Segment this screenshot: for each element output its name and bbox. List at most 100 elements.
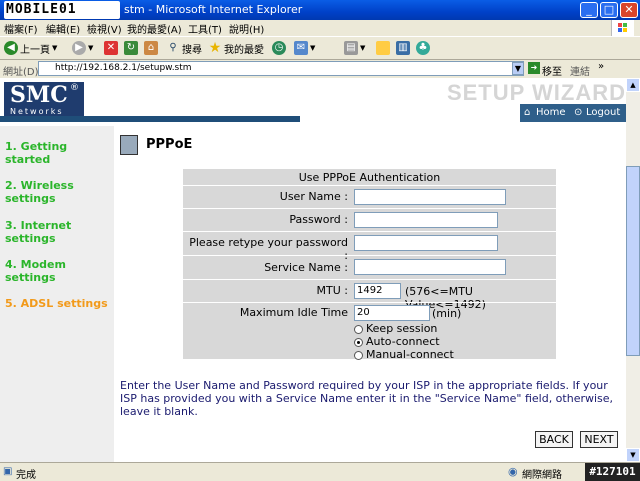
home-link[interactable]: Home xyxy=(536,104,566,122)
minimize-button[interactable]: _ xyxy=(580,2,598,18)
radio-keep-session[interactable]: Keep session xyxy=(354,322,437,335)
research-button[interactable]: ▥ xyxy=(396,39,410,57)
page-done-icon: ▣ xyxy=(3,466,13,477)
go-button[interactable]: 移至 xyxy=(542,63,562,78)
scroll-down-icon[interactable]: ▼ xyxy=(626,448,640,462)
radio-label: Auto-connect xyxy=(366,335,440,348)
form-heading: Use PPPoE Authentication xyxy=(298,171,441,184)
sidebar-item-label: 3. Internet xyxy=(5,219,72,232)
radio-icon xyxy=(354,324,363,334)
home-icon: ⌂ xyxy=(144,41,158,55)
history-button[interactable]: ◷ xyxy=(272,39,286,57)
chevron-down-icon: ▼ xyxy=(52,44,58,52)
chevron-down-icon: ▼ xyxy=(310,44,316,52)
watermark: #127101 xyxy=(585,463,640,481)
mobile01-logo: MOBILE01 xyxy=(4,1,120,19)
stop-button[interactable]: ✕ xyxy=(104,39,118,57)
main-content: PPPoE Use PPPoE Authentication User Name… xyxy=(114,126,626,462)
row-divider xyxy=(183,231,556,232)
scroll-up-icon[interactable]: ▲ xyxy=(626,78,640,92)
computer-icon xyxy=(120,135,138,155)
logout-link[interactable]: Logout xyxy=(586,104,620,122)
sidebar-item-label: started xyxy=(5,153,51,166)
mtu-input[interactable]: 1492 xyxy=(354,283,401,299)
sidebar-item-wireless[interactable]: 2. Wireless settings xyxy=(5,179,74,205)
address-input[interactable]: http://192.168.2.1/setupw.stm xyxy=(38,61,524,76)
search-button[interactable]: ⚲ 搜尋 xyxy=(166,39,202,57)
max-idle-time-label: Maximum Idle Time xyxy=(239,306,348,319)
sidebar-item-label: 5. ADSL settings xyxy=(5,297,108,310)
password-input[interactable] xyxy=(354,212,498,228)
sidebar-item-label: 1. Getting xyxy=(5,140,68,153)
mail-button[interactable]: ✉ ▼ xyxy=(294,39,315,57)
sidebar-item-label: 2. Wireless xyxy=(5,179,74,192)
scrollbar-thumb[interactable] xyxy=(626,166,640,356)
maximize-button[interactable]: □ xyxy=(600,2,618,18)
service-name-input[interactable] xyxy=(354,259,506,275)
retype-password-input[interactable] xyxy=(354,235,498,251)
favorites-label: 我的最愛 xyxy=(224,44,264,56)
service-name-label: Service Name : xyxy=(264,261,348,274)
back-button[interactable]: ◀ 上一頁 ▼ xyxy=(4,39,57,57)
chevron-right-icon[interactable]: » xyxy=(598,61,604,72)
retype-password-label: Please retype your password : xyxy=(189,236,348,262)
star-icon: ★ xyxy=(208,40,222,56)
menu-favorites[interactable]: 我的最愛(A) xyxy=(127,21,182,36)
menu-tools[interactable]: 工具(T) xyxy=(188,21,222,36)
chevron-down-icon: ▼ xyxy=(88,44,94,52)
radio-label: Manual-connect xyxy=(366,348,454,361)
radio-label: Keep session xyxy=(366,322,438,335)
edit-button[interactable] xyxy=(376,39,390,57)
instructions-text: Enter the User Name and Password require… xyxy=(120,379,614,418)
wizard-sidebar: 1. Getting started 2. Wireless settings … xyxy=(0,126,114,462)
router-header: SMC ® Networks SETUP WIZARD ⌂ Home ⊙ Log… xyxy=(0,78,626,126)
radio-manual-connect[interactable]: Manual-connect xyxy=(354,348,454,361)
home-icon: ⌂ xyxy=(524,107,531,118)
user-name-label: User Name : xyxy=(279,190,348,203)
messenger-button[interactable]: ♣ xyxy=(416,39,430,57)
address-label: 網址(D) xyxy=(3,67,39,78)
print-button[interactable]: ▤ ▼ xyxy=(344,39,365,57)
menu-file[interactable]: 檔案(F) xyxy=(4,21,38,36)
radio-checked-icon xyxy=(354,337,363,347)
pppoe-form: Use PPPoE Authentication User Name : Pas… xyxy=(183,169,556,361)
windows-flag-icon xyxy=(611,20,634,36)
user-name-input[interactable] xyxy=(354,189,506,205)
security-zone: 網際網路 xyxy=(522,470,562,481)
edit-icon xyxy=(376,41,390,55)
next-button[interactable]: NEXT xyxy=(580,431,618,448)
row-divider xyxy=(183,279,556,280)
smc-logo-sub: Networks xyxy=(10,107,64,116)
go-arrow-icon[interactable]: ➜ xyxy=(528,62,540,74)
sidebar-item-internet[interactable]: 3. Internet settings xyxy=(5,219,71,245)
address-bar: 網址(D) http://192.168.2.1/setupw.stm ▼ ➜ … xyxy=(0,60,640,79)
print-icon: ▤ xyxy=(344,41,358,55)
sidebar-item-modem[interactable]: 4. Modem settings xyxy=(5,258,66,284)
logout-icon: ⊙ xyxy=(574,107,583,118)
idle-time-input[interactable]: 20 xyxy=(354,305,430,321)
radio-auto-connect[interactable]: Auto-connect xyxy=(354,335,440,348)
menu-edit[interactable]: 編輯(E) xyxy=(46,21,80,36)
setup-wizard-title: SETUP WIZARD xyxy=(446,80,626,105)
address-dropdown-icon[interactable]: ▼ xyxy=(512,62,524,75)
back-button[interactable]: BACK xyxy=(535,431,573,448)
window-title: stm - Microsoft Internet Explorer xyxy=(124,3,303,16)
menu-view[interactable]: 檢視(V) xyxy=(87,21,122,36)
forward-button[interactable]: ▶ ▼ xyxy=(72,39,93,57)
history-icon: ◷ xyxy=(272,41,286,55)
menu-help[interactable]: 說明(H) xyxy=(229,21,264,36)
password-label: Password : xyxy=(289,213,348,226)
home-button[interactable]: ⌂ xyxy=(144,39,158,57)
sidebar-item-label: settings xyxy=(5,271,56,284)
stop-icon: ✕ xyxy=(104,41,118,55)
favorites-button[interactable]: ★ 我的最愛 xyxy=(208,39,264,57)
close-button[interactable]: ✕ xyxy=(620,2,638,18)
web-viewport: SMC ® Networks SETUP WIZARD ⌂ Home ⊙ Log… xyxy=(0,78,626,462)
refresh-button[interactable]: ↻ xyxy=(124,39,138,57)
sidebar-item-adsl[interactable]: 5. ADSL settings xyxy=(5,297,108,310)
row-divider xyxy=(183,208,556,209)
status-bar: ▣ 完成 ◉ 網際網路 #127101 xyxy=(0,462,640,481)
links-label[interactable]: 連結 xyxy=(570,63,590,78)
sidebar-item-getting-started[interactable]: 1. Getting started xyxy=(5,140,67,166)
mail-icon: ✉ xyxy=(294,41,308,55)
